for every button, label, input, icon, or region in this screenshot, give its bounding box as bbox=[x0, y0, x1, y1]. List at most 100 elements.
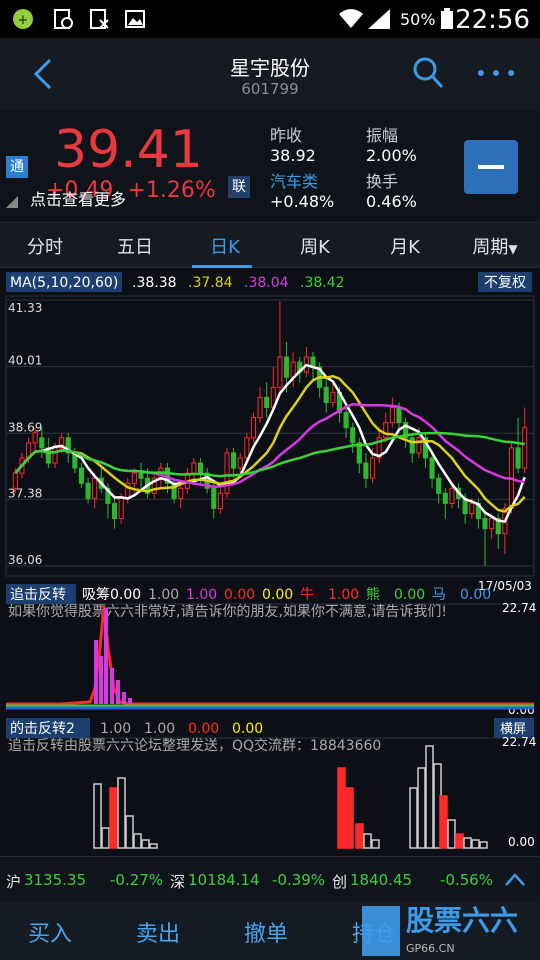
ind1-bar bbox=[104, 608, 108, 704]
tab-day-k[interactable]: 日K bbox=[180, 233, 270, 259]
candle-body bbox=[178, 487, 184, 499]
ind1-bar bbox=[122, 692, 126, 704]
candle-body bbox=[323, 386, 329, 403]
candle-body bbox=[363, 462, 369, 479]
candle-body bbox=[85, 482, 91, 499]
cy-pct: -0.56% bbox=[440, 871, 494, 889]
ind2-item: 1.00 bbox=[100, 721, 131, 737]
ma60-value: .38.42 bbox=[300, 275, 345, 291]
buy-button[interactable]: 买入 bbox=[28, 916, 72, 948]
ind2-bar bbox=[125, 815, 134, 849]
sh-value: 3135.35 bbox=[24, 871, 87, 889]
ma5-value: .38.38 bbox=[132, 275, 177, 291]
tab-five-day[interactable]: 五日 bbox=[90, 233, 180, 259]
ind1-bar bbox=[116, 680, 120, 704]
candle-body bbox=[197, 462, 204, 474]
search-icon[interactable] bbox=[412, 56, 444, 90]
nav-bar: 星宇股份 601799 bbox=[0, 38, 540, 110]
ind2-bar bbox=[101, 827, 110, 849]
ind2-bar bbox=[337, 767, 346, 849]
candle-body bbox=[32, 432, 38, 444]
clock: 22:56 bbox=[455, 5, 530, 35]
candle-body bbox=[250, 417, 257, 439]
sell-button[interactable]: 卖出 bbox=[136, 916, 180, 948]
ind2-bar bbox=[141, 839, 150, 849]
ind2-bar bbox=[371, 839, 380, 849]
candle-body bbox=[52, 447, 58, 464]
candle-body bbox=[396, 407, 402, 424]
candle-body bbox=[522, 427, 528, 469]
chart-frame bbox=[5, 295, 535, 577]
ind2-bar bbox=[479, 841, 488, 849]
sh-pct: -0.27% bbox=[110, 871, 164, 889]
tab-week-k[interactable]: 周K bbox=[270, 233, 360, 259]
ind1-item: 0.00 bbox=[262, 587, 293, 603]
candle-body bbox=[469, 502, 475, 515]
ind2-bar bbox=[355, 823, 364, 849]
ind2-item: 0.00 bbox=[232, 721, 263, 737]
candle-body bbox=[429, 457, 435, 479]
ind2-bar bbox=[455, 833, 464, 849]
candle-body bbox=[191, 462, 197, 474]
price-tick: 38.69 bbox=[8, 420, 42, 434]
candle-body bbox=[217, 492, 223, 509]
see-more-link[interactable]: 点击查看更多 bbox=[30, 186, 126, 210]
image-icon bbox=[125, 10, 145, 28]
ind2-bar bbox=[409, 787, 418, 849]
tab-month-k[interactable]: 月K bbox=[360, 233, 450, 259]
ma-label: MA(5,10,20,60) bbox=[10, 275, 118, 291]
ind2-bar bbox=[363, 833, 372, 849]
ind2-bar bbox=[109, 787, 118, 849]
ind2-bar bbox=[149, 843, 158, 849]
prev-close-value: 38.92 bbox=[270, 146, 316, 165]
ind2-bar bbox=[425, 745, 434, 849]
ind2-bar bbox=[439, 795, 448, 849]
ind1-item: 1.00 bbox=[148, 587, 179, 603]
lian-tag[interactable]: 联 bbox=[228, 176, 250, 198]
chevron-up-icon[interactable] bbox=[504, 871, 526, 887]
candle-body bbox=[111, 502, 118, 520]
tong-tag[interactable]: 通 bbox=[6, 156, 28, 178]
more-icon[interactable] bbox=[476, 68, 516, 78]
quote-panel: 通 39.41 +0.49 +1.26% 点击查看更多 联 昨收 38.92 汽… bbox=[0, 110, 540, 222]
chevron-down-icon: ▼ bbox=[508, 242, 518, 256]
watermark-logo: 股票六六 GP66.CN bbox=[362, 904, 518, 956]
ind1-bar bbox=[99, 656, 103, 704]
amplitude-value: 2.00% bbox=[366, 146, 417, 165]
sz-value: 10184.14 bbox=[188, 871, 260, 889]
candle-body bbox=[482, 518, 488, 530]
candle-body bbox=[78, 467, 85, 484]
ind2-bar bbox=[117, 777, 126, 849]
ind2-item: 1.00 bbox=[144, 721, 175, 737]
tab-fenshi[interactable]: 分时 bbox=[0, 233, 90, 259]
sh-label: 沪 bbox=[6, 873, 22, 891]
ind2-bar bbox=[93, 783, 102, 849]
corner-icon bbox=[6, 196, 18, 208]
remove-watchlist-button[interactable] bbox=[464, 140, 518, 194]
candle-body bbox=[369, 457, 376, 479]
sector-label[interactable]: 汽车类 bbox=[270, 168, 318, 192]
candle-body bbox=[283, 356, 290, 378]
turnover-label: 换手 bbox=[366, 172, 399, 191]
candle-body bbox=[118, 497, 124, 520]
ind2-bar bbox=[345, 787, 354, 849]
ind1-item: 0.00 bbox=[394, 587, 425, 603]
candle-body bbox=[442, 492, 448, 504]
ma10-value: .37.84 bbox=[188, 275, 233, 291]
kline-chart[interactable]: MA(5,10,20,60) .38.38 .37.84 .38.04 .38.… bbox=[0, 268, 540, 856]
cy-label: 创 bbox=[332, 873, 348, 891]
candle-body bbox=[515, 447, 521, 469]
candle-body bbox=[350, 427, 356, 444]
candle-body bbox=[224, 452, 230, 494]
ind1-item: 0.00 bbox=[110, 587, 141, 603]
stock-name: 星宇股份 bbox=[230, 56, 310, 80]
candle-body bbox=[264, 396, 270, 409]
ind2-bar bbox=[133, 833, 142, 849]
sz-pct: -0.39% bbox=[272, 871, 326, 889]
candle-body bbox=[449, 487, 455, 504]
amplitude-label: 振幅 bbox=[366, 126, 399, 145]
ind2-min: 0.00 bbox=[508, 835, 535, 849]
watermark-sub: GP66.CN bbox=[406, 942, 455, 955]
tab-period[interactable]: 周期▼ bbox=[450, 233, 540, 259]
cancel-order-button[interactable]: 撤单 bbox=[244, 916, 288, 948]
